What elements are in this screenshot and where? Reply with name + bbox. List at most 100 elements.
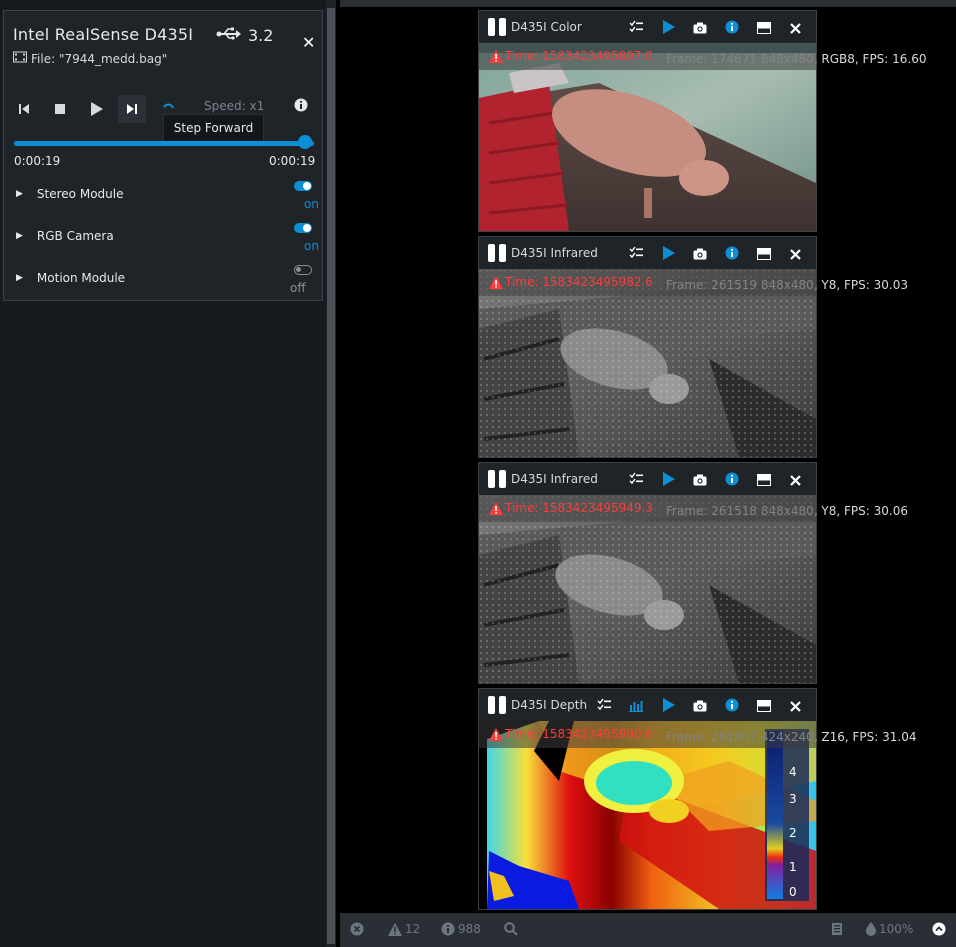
seek-handle[interactable] [298, 135, 312, 149]
warnings-count[interactable]: 12 [388, 922, 420, 936]
module-motion[interactable]: ▶ Motion Module [16, 271, 125, 285]
film-icon [13, 51, 27, 66]
scrollbar[interactable] [327, 8, 335, 944]
info-icon[interactable] [725, 471, 739, 490]
motion-toggle[interactable] [294, 265, 312, 275]
opacity-control[interactable]: 100% [866, 922, 913, 936]
log-list-button[interactable] [831, 922, 843, 936]
warning-icon [489, 501, 503, 515]
search-icon [504, 922, 518, 936]
stream-infrared-2: D435I Infrared Time: 1583423495949.3 [478, 462, 817, 684]
options-list-icon[interactable] [597, 697, 611, 716]
info-icon[interactable] [725, 245, 739, 264]
camera-icon[interactable] [693, 19, 707, 38]
usb-indicator: 3.2 [216, 26, 273, 45]
close-icon[interactable] [790, 245, 801, 264]
search-button[interactable] [504, 922, 518, 936]
pause-icon[interactable] [488, 244, 506, 262]
close-device-button[interactable]: ✕ [302, 33, 315, 52]
expand-log-button[interactable] [932, 922, 946, 936]
expand-arrow-icon: ▶ [16, 273, 23, 283]
info-icon[interactable] [725, 697, 739, 716]
depth-scale-labels: 4 3 2 1 0 [789, 765, 809, 905]
close-circle-icon [350, 922, 364, 936]
depth-scale-label: 3 [789, 792, 797, 806]
stream-color: D435I Color Time: 1583423495897.0 [478, 10, 817, 232]
stereo-toggle[interactable] [294, 181, 312, 191]
skip-to-start-button[interactable] [10, 95, 38, 123]
timestamp: Time: 1583423495897.0 [505, 49, 653, 63]
speed-label[interactable]: Speed: x1 [204, 99, 264, 113]
module-stereo[interactable]: ▶ Stereo Module [16, 187, 123, 201]
stop-button[interactable] [46, 95, 74, 123]
step-forward-icon [127, 104, 137, 114]
infrared-frame-image [479, 495, 816, 683]
stream-header: D435I Infrared [479, 237, 816, 269]
file-name: File: "7944_medd.bag" [31, 51, 168, 66]
close-icon[interactable] [790, 471, 801, 490]
maximize-icon[interactable] [757, 697, 771, 716]
stream-depth: D435I Depth Time: 1583423495990.6 4 3 2 … [478, 688, 817, 910]
stop-icon [55, 104, 65, 114]
close-icon[interactable] [790, 697, 801, 716]
seek-bar[interactable] [14, 141, 314, 146]
info-count[interactable]: 988 [441, 922, 481, 936]
play-stream-icon[interactable] [662, 471, 675, 490]
warning-icon [388, 922, 402, 936]
depth-scale-label: 4 [789, 765, 797, 779]
maximize-icon[interactable] [757, 19, 771, 38]
close-icon[interactable] [790, 19, 801, 38]
stream-header: D435I Infrared [479, 463, 816, 495]
play-stream-icon[interactable] [662, 19, 675, 38]
stream-title: D435I Color [511, 20, 582, 34]
maximize-icon[interactable] [757, 245, 771, 264]
options-list-icon[interactable] [629, 19, 643, 38]
play-stream-icon[interactable] [662, 697, 675, 716]
device-panel: Intel RealSense D435I 3.2 ✕ File: "7944_… [3, 10, 323, 301]
pause-icon[interactable] [488, 696, 506, 714]
opacity-value: 100% [879, 922, 914, 936]
stream-title: D435I Infrared [511, 472, 598, 486]
rgb-toggle[interactable] [294, 223, 312, 233]
list-icon [832, 923, 842, 935]
total-time: 0:00:19 [269, 154, 316, 168]
step-forward-button[interactable] [118, 95, 146, 123]
step-forward-tooltip: Step Forward [163, 114, 264, 142]
timestamp: Time: 1583423495949.3 [505, 501, 653, 515]
stream-header: D435I Depth [479, 689, 816, 721]
maximize-icon[interactable] [757, 471, 771, 490]
panel-splitter[interactable] [326, 0, 336, 947]
play-stream-icon[interactable] [662, 245, 675, 264]
skip-start-icon [19, 104, 29, 114]
module-rgb[interactable]: ▶ RGB Camera [16, 229, 114, 243]
camera-icon[interactable] [693, 471, 707, 490]
warning-icon [489, 275, 503, 289]
frame-time: Time: 1583423495982.6 [489, 275, 653, 289]
depth-scale-label: 2 [789, 826, 797, 840]
frame-time: Time: 1583423495949.3 [489, 501, 653, 515]
histogram-icon[interactable] [629, 697, 643, 716]
play-icon [90, 102, 103, 116]
info-icon [441, 922, 455, 936]
info-icon[interactable] [725, 19, 739, 38]
device-title: Intel RealSense D435I [13, 25, 194, 44]
pause-icon[interactable] [488, 470, 506, 488]
options-list-icon[interactable] [629, 471, 643, 490]
camera-icon[interactable] [693, 245, 707, 264]
droplet-icon [866, 922, 876, 936]
motion-state: off [290, 281, 306, 295]
frame-time: Time: 1583423495897.0 [489, 49, 653, 63]
playback-info-button[interactable] [294, 97, 308, 116]
pause-icon[interactable] [488, 18, 506, 36]
frame-time: Time: 1583423495990.6 [489, 727, 653, 741]
clear-notifications-button[interactable] [350, 922, 364, 936]
play-button[interactable] [82, 95, 110, 123]
top-strip [340, 0, 956, 7]
camera-icon[interactable] [693, 697, 707, 716]
stream-title: D435I Infrared [511, 246, 598, 260]
module-label: Motion Module [36, 271, 126, 285]
stream-header: D435I Color [479, 11, 816, 43]
timestamp: Time: 1583423495982.6 [505, 275, 653, 289]
infrared-frame-image [479, 269, 816, 457]
options-list-icon[interactable] [629, 245, 643, 264]
